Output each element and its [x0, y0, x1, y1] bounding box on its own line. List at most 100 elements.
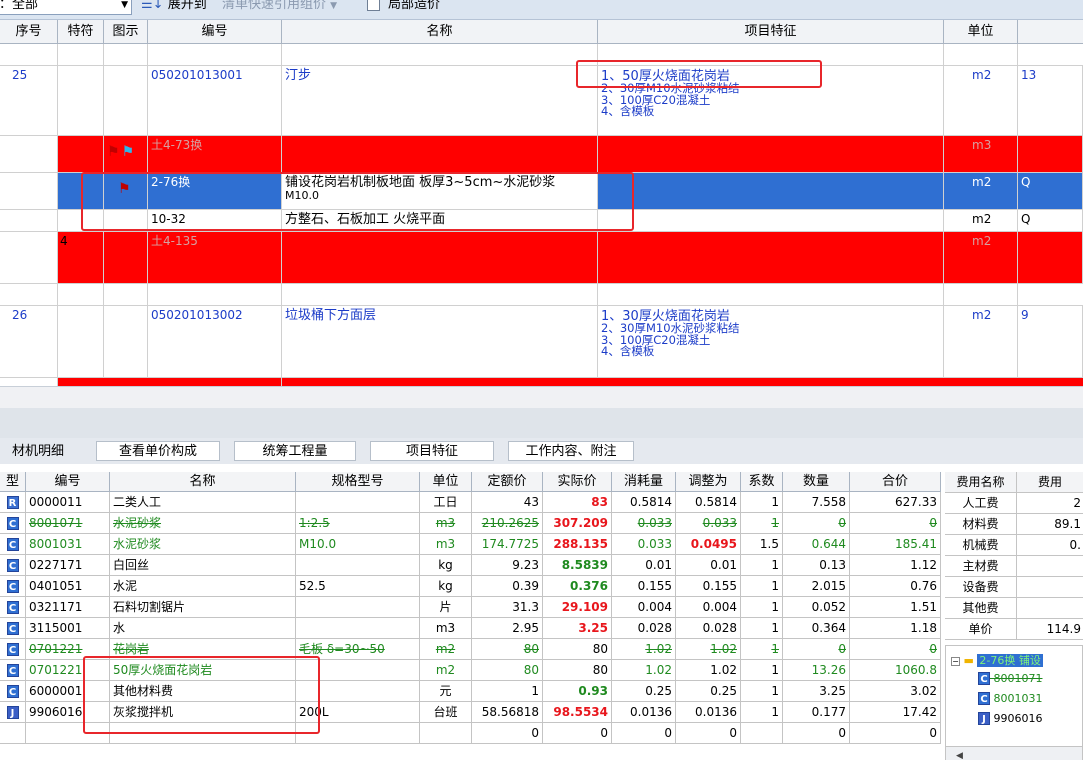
cell-actual-price[interactable]: 83 [543, 492, 612, 512]
highlight-box [83, 656, 320, 734]
cell-adjusted[interactable]: 0.155 [676, 576, 741, 596]
cell-adjusted[interactable]: 0.01 [676, 555, 741, 575]
cell-actual-price[interactable]: 8.5839 [543, 555, 612, 575]
cell-type: C [0, 639, 26, 659]
cell-coefficient[interactable]: 1.5 [741, 534, 783, 554]
col-name: 名称 [282, 20, 598, 44]
table-row[interactable] [0, 378, 1083, 386]
table-row[interactable]: ⚑ ⚑ 土4-73换 m3 [0, 136, 1083, 173]
flag-icons: ⚑ ⚑ [104, 136, 148, 172]
cell-adjusted[interactable]: 0.5814 [676, 492, 741, 512]
cell-coefficient[interactable]: 1 [741, 639, 783, 659]
cell-type: C [0, 597, 26, 617]
cell-adjusted[interactable]: 1.02 [676, 660, 741, 680]
cell-quantity: 0.177 [783, 702, 850, 722]
local-cost-checkbox[interactable] [367, 0, 380, 11]
cell-quantity: 0.644 [783, 534, 850, 554]
tab-features[interactable]: 项目特征 [370, 441, 494, 461]
tree-item[interactable]: C 8001031 [978, 692, 1043, 705]
grid-header: 序号 特符 图示 编号 名称 项目特征 单位 [0, 20, 1083, 44]
cell-consumption: 0.033 [612, 534, 676, 554]
row-code: 土4-135 [148, 232, 282, 283]
cell-quantity: 0 [783, 513, 850, 533]
scope-select[interactable]: ：全部 ▼ [0, 0, 132, 15]
table-row[interactable]: 4 土4-135 m2 [0, 232, 1083, 284]
cell-coefficient[interactable]: 1 [741, 660, 783, 680]
toolbar: ：全部 ▼ ☰↓ 展开到 清单快速引用组价 ▼ 局部造价 [0, 0, 1083, 20]
cell-actual-price[interactable]: 80 [543, 660, 612, 680]
cell-adjusted[interactable]: 0.0136 [676, 702, 741, 722]
fee-row: 其他费 [945, 598, 1083, 619]
cell-consumption: 1.02 [612, 660, 676, 680]
cell-total: 1.51 [850, 597, 941, 617]
expand-button[interactable]: ☰↓ 展开到 [141, 0, 231, 16]
table-row[interactable]: C 8001071 水泥砂浆 1:2.5 m3 210.2625 307.209 0.033 0… [0, 513, 941, 534]
cell-spec: 1:2.5 [296, 513, 420, 533]
row-extra: Q [1018, 210, 1083, 231]
quick-quote-button[interactable]: 清单快速引用组价 ▼ [222, 0, 347, 16]
chevron-left-icon[interactable]: ◀ [956, 751, 963, 761]
cell-adjusted[interactable]: 0.25 [676, 681, 741, 701]
cell-adjusted[interactable]: 0.033 [676, 513, 741, 533]
table-row[interactable]: 25 050201013001 汀步 1、50厚火烧面花岗岩 2、30厚M10水… [0, 66, 1083, 136]
cell-coefficient[interactable]: 1 [741, 618, 783, 638]
cell-base-price: 174.7725 [472, 534, 543, 554]
cell-code: 0000011 [26, 492, 110, 512]
cell-actual-price[interactable]: 3.25 [543, 618, 612, 638]
cell-base-price: 0.39 [472, 576, 543, 596]
fee-name: 机械费 [945, 535, 1017, 555]
cell-adjusted[interactable]: 0.028 [676, 618, 741, 638]
cell-total: 1.18 [850, 618, 941, 638]
cell-actual-price[interactable]: 288.135 [543, 534, 612, 554]
cell-actual-price[interactable]: 307.209 [543, 513, 612, 533]
tree-item[interactable]: J 9906016 [978, 712, 1043, 725]
cell-actual-price[interactable]: 80 [543, 639, 612, 659]
fee-table: 费用名称 费用 人工费 2 材料费 89.1 机械费 0. 主材费 设备费 其他费 单价 114.9 [945, 472, 1083, 642]
cell-coefficient[interactable] [741, 723, 783, 743]
cell-base-price: 210.2625 [472, 513, 543, 533]
splitter[interactable] [0, 408, 1083, 438]
fee-row: 人工费 2 [945, 493, 1083, 514]
cell-adjusted[interactable]: 0.004 [676, 597, 741, 617]
cell-actual-price[interactable]: 0.376 [543, 576, 612, 596]
tab-unit-price[interactable]: 查看单价构成 [96, 441, 220, 461]
cell-actual-price[interactable]: 0.93 [543, 681, 612, 701]
tab-quantity[interactable]: 统筹工程量 [234, 441, 356, 461]
cell-adjusted[interactable]: 0 [676, 723, 741, 743]
cell-actual-price[interactable]: 98.5534 [543, 702, 612, 722]
cell-name: 石料切割锯片 [110, 597, 296, 617]
table-row[interactable]: C 3115001 水 m3 2.95 3.25 0.028 0.028 1 0.364 1.18 [0, 618, 941, 639]
cell-coefficient[interactable]: 1 [741, 681, 783, 701]
table-row[interactable]: C 0321171 石料切割锯片片 31.3 29.109 0.004 0.004 1 0.05… [0, 597, 941, 618]
fee-value [1017, 577, 1083, 597]
tab-material[interactable]: 材机明细 [0, 441, 82, 461]
cell-coefficient[interactable]: 1 [741, 702, 783, 722]
cell-actual-price[interactable]: 29.109 [543, 597, 612, 617]
table-row[interactable]: C 0401051 水泥 52.5 kg 0.39 0.376 0.155 0.155 1 2.01… [0, 576, 941, 597]
col-type: 型 [0, 472, 26, 492]
fee-value [1017, 598, 1083, 618]
collapse-icon[interactable]: − [951, 657, 960, 666]
cell-coefficient[interactable]: 1 [741, 576, 783, 596]
tree-root[interactable]: − ▬ 2-76换 铺设 [951, 652, 1043, 668]
tree-item[interactable]: C 8001071 [978, 672, 1043, 685]
tab-work-content[interactable]: 工作内容、附注 [508, 441, 634, 461]
cell-coefficient[interactable]: 1 [741, 513, 783, 533]
table-row[interactable]: C 0227171 白回丝 kg 9.23 8.5839 0.01 0.01 1 0.13 1.12 [0, 555, 941, 576]
cell-coefficient[interactable]: 1 [741, 492, 783, 512]
cell-coefficient[interactable]: 1 [741, 555, 783, 575]
cell-consumption: 0.0136 [612, 702, 676, 722]
cell-adjusted[interactable]: 0.0495 [676, 534, 741, 554]
fee-row: 材料费 89.1 [945, 514, 1083, 535]
fee-row: 机械费 0. [945, 535, 1083, 556]
tree-scrollbar[interactable]: ◀ [946, 746, 1082, 761]
cell-adjusted[interactable]: 1.02 [676, 639, 741, 659]
table-row[interactable]: C 8001031 水泥砂浆 M10.0 m3 174.7725 288.135 0.033 0… [0, 534, 941, 555]
cell-actual-price[interactable]: 0 [543, 723, 612, 743]
chevron-down-icon: ▼ [330, 1, 338, 11]
resource-tree: − ▬ 2-76换 铺设 C 8001071 C 8001031 J 99060… [945, 645, 1083, 761]
cell-unit: kg [420, 555, 472, 575]
cell-coefficient[interactable]: 1 [741, 597, 783, 617]
table-row[interactable]: 26 050201013002 垃圾桶下方面层 1、30厚火烧面花岗岩 2、30… [0, 306, 1083, 378]
table-row[interactable]: R 0000011 二类人工 工日 43 83 0.5814 0.5814 1 7.558 627.… [0, 492, 941, 513]
